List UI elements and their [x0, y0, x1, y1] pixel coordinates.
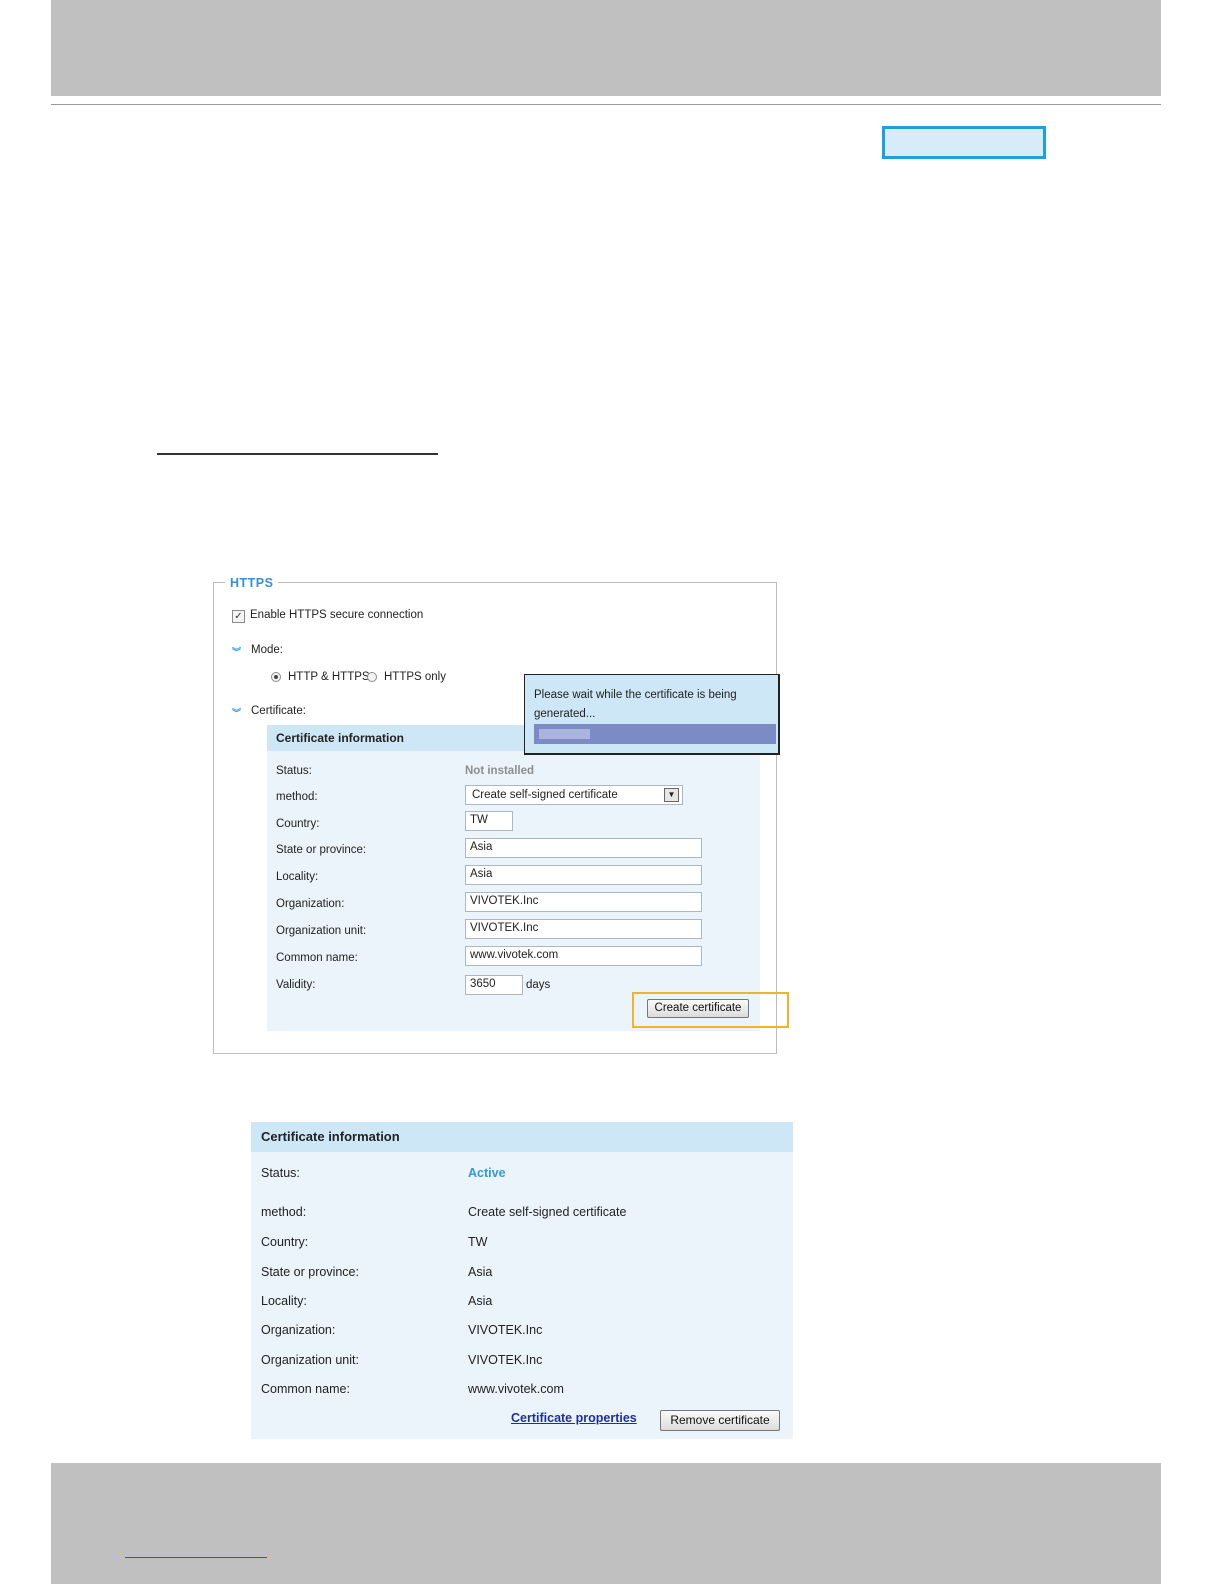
info-state-value: Asia — [468, 1265, 493, 1279]
page-footer-band — [51, 1463, 1161, 1584]
info-country-value: TW — [468, 1235, 488, 1249]
info-organization-unit-label: Organization unit: — [261, 1353, 359, 1367]
info-organization-value: VIVOTEK.Inc — [468, 1323, 543, 1337]
method-select-value: Create self-signed certificate — [472, 789, 618, 801]
organization-unit-input[interactable]: VIVOTEK.Inc — [465, 919, 702, 939]
certificate-form-title: Certificate information — [276, 731, 405, 745]
validity-unit: days — [526, 979, 551, 991]
info-organization-label: Organization: — [261, 1323, 336, 1337]
certificate-properties-link[interactable]: Certificate properties — [511, 1411, 637, 1425]
enable-https-checkbox[interactable]: ✓ — [232, 610, 245, 623]
common-name-label: Common name: — [276, 952, 358, 964]
certificate-label: Certificate: — [251, 705, 306, 717]
info-status-value: Active — [468, 1166, 506, 1180]
organization-unit-label: Organization unit: — [276, 925, 367, 937]
info-method-label: method: — [261, 1205, 307, 1219]
radio-http-https[interactable] — [271, 672, 281, 682]
info-locality-value: Asia — [468, 1294, 493, 1308]
enable-https-label: Enable HTTPS secure connection — [250, 609, 424, 621]
info-locality-label: Locality: — [261, 1294, 307, 1308]
section-tab-highlight — [882, 126, 1046, 159]
header-divider — [51, 104, 1161, 105]
info-common-name-value: www.vivotek.com — [468, 1382, 564, 1396]
info-method-value: Create self-signed certificate — [468, 1205, 627, 1219]
mode-label: Mode: — [251, 644, 283, 656]
certificate-info-title: Certificate information — [261, 1129, 400, 1144]
state-label: State or province: — [276, 844, 367, 856]
locality-label: Locality: — [276, 871, 319, 883]
info-common-name-label: Common name: — [261, 1382, 350, 1396]
status-value: Not installed — [465, 765, 535, 777]
page-header-band — [51, 0, 1161, 96]
country-label: Country: — [276, 818, 320, 830]
validity-input[interactable]: 3650 — [465, 975, 523, 995]
dropdown-arrow-icon[interactable]: ▼ — [664, 788, 679, 802]
section-heading-underline — [157, 453, 438, 455]
locality-input[interactable]: Asia — [465, 865, 702, 885]
generating-message: Please wait while the certificate is bei… — [534, 689, 737, 720]
footer-link-underline[interactable] — [125, 1557, 267, 1558]
state-input[interactable]: Asia — [465, 838, 702, 858]
info-status-label: Status: — [261, 1166, 300, 1180]
progress-bar-fill — [539, 729, 590, 739]
checkmark-icon: ✓ — [234, 611, 243, 622]
radio-https-only-label: HTTPS only — [384, 671, 446, 683]
radio-http-https-label: HTTP & HTTPS — [288, 671, 370, 683]
info-organization-unit-value: VIVOTEK.Inc — [468, 1353, 543, 1367]
create-button-highlight — [632, 992, 789, 1028]
remove-certificate-button[interactable]: Remove certificate — [660, 1410, 780, 1431]
status-label: Status: — [276, 765, 312, 777]
organization-input[interactable]: VIVOTEK.Inc — [465, 892, 702, 912]
validity-label: Validity: — [276, 979, 316, 991]
chevron-down-icon[interactable]: ︾ — [232, 706, 241, 719]
chevron-down-icon[interactable]: ︾ — [232, 645, 241, 658]
method-label: method: — [276, 791, 318, 803]
common-name-input[interactable]: www.vivotek.com — [465, 946, 702, 966]
country-input[interactable]: TW — [465, 811, 513, 831]
organization-label: Organization: — [276, 898, 345, 910]
method-select[interactable]: Create self-signed certificate — [465, 785, 683, 805]
info-country-label: Country: — [261, 1235, 309, 1249]
info-state-label: State or province: — [261, 1265, 359, 1279]
radio-https-only[interactable] — [367, 672, 377, 682]
https-legend: HTTPS — [225, 576, 279, 590]
